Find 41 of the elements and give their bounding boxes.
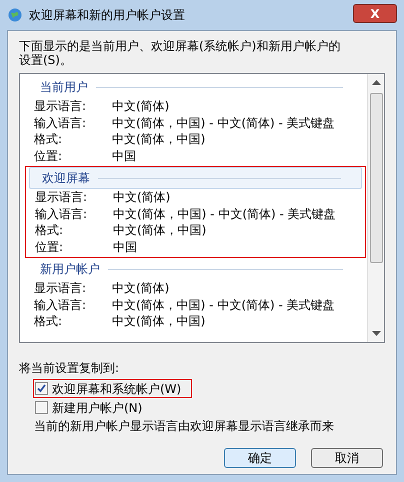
setting-value: 中文(简体，中国) - 中文(简体) - 美式键盘 xyxy=(113,206,336,223)
setting-label: 格式: xyxy=(34,313,64,330)
checkbox[interactable] xyxy=(35,401,48,414)
section-header: 当前用户 xyxy=(40,79,88,96)
copy-label: 将当前设置复制到: xyxy=(19,360,120,377)
setting-label: 输入语言: xyxy=(34,114,88,132)
setting-label: 格式: xyxy=(35,222,64,240)
checkbox-option[interactable]: 新建用户帐户(N) xyxy=(33,398,154,417)
intro-text: 下面显示的是当前用户、欢迎屏幕(系统帐户)和新用户帐户的设置(S)。 xyxy=(19,39,342,67)
setting-label: 格式: xyxy=(34,131,64,148)
setting-label: 输入语言: xyxy=(34,296,88,314)
scroll-up-icon[interactable] xyxy=(372,79,380,85)
setting-value: 中文(简体) xyxy=(112,280,170,298)
setting-label: 输入语言: xyxy=(35,206,88,223)
setting-value: 中文(简体，中国) xyxy=(112,131,206,148)
setting-value: 中国 xyxy=(113,238,137,256)
checkbox[interactable] xyxy=(35,382,48,395)
setting-value: 中文(简体) xyxy=(113,189,170,206)
setting-value: 中国 xyxy=(112,148,136,165)
dialog-button[interactable]: 取消 xyxy=(311,448,383,468)
setting-label: 显示语言: xyxy=(35,189,88,206)
scroll-thumb[interactable] xyxy=(370,93,382,263)
setting-label: 显示语言: xyxy=(34,98,88,116)
setting-value: 中文(简体，中国) - 中文(简体) - 美式键盘 xyxy=(112,114,335,132)
scrollbar[interactable] xyxy=(367,74,384,342)
dialog-button[interactable]: 确定 xyxy=(224,448,296,468)
setting-label: 位置: xyxy=(34,148,64,165)
close-button[interactable]: X xyxy=(353,4,397,23)
setting-value: 中文(简体，中国) - 中文(简体) - 美式键盘 xyxy=(112,296,335,314)
setting-value: 中文(简体，中国) xyxy=(112,313,206,330)
window-title: 欢迎屏幕和新的用户帐户设置 xyxy=(29,7,186,24)
checkbox-option[interactable]: 欢迎屏幕和系统帐户(W) xyxy=(33,379,192,398)
section-header: 欢迎屏幕 xyxy=(42,170,90,187)
setting-value: 中文(简体，中国) xyxy=(113,222,206,240)
setting-label: 显示语言: xyxy=(34,280,88,298)
globe-icon xyxy=(7,7,23,23)
section-header: 新用户帐户 xyxy=(40,261,100,278)
scroll-down-icon[interactable] xyxy=(372,331,380,337)
setting-label: 位置: xyxy=(35,238,64,256)
note-text: 当前的新用户帐户显示语言由欢迎屏幕显示语言继承而来 xyxy=(34,418,335,435)
setting-value: 中文(简体) xyxy=(112,98,170,116)
